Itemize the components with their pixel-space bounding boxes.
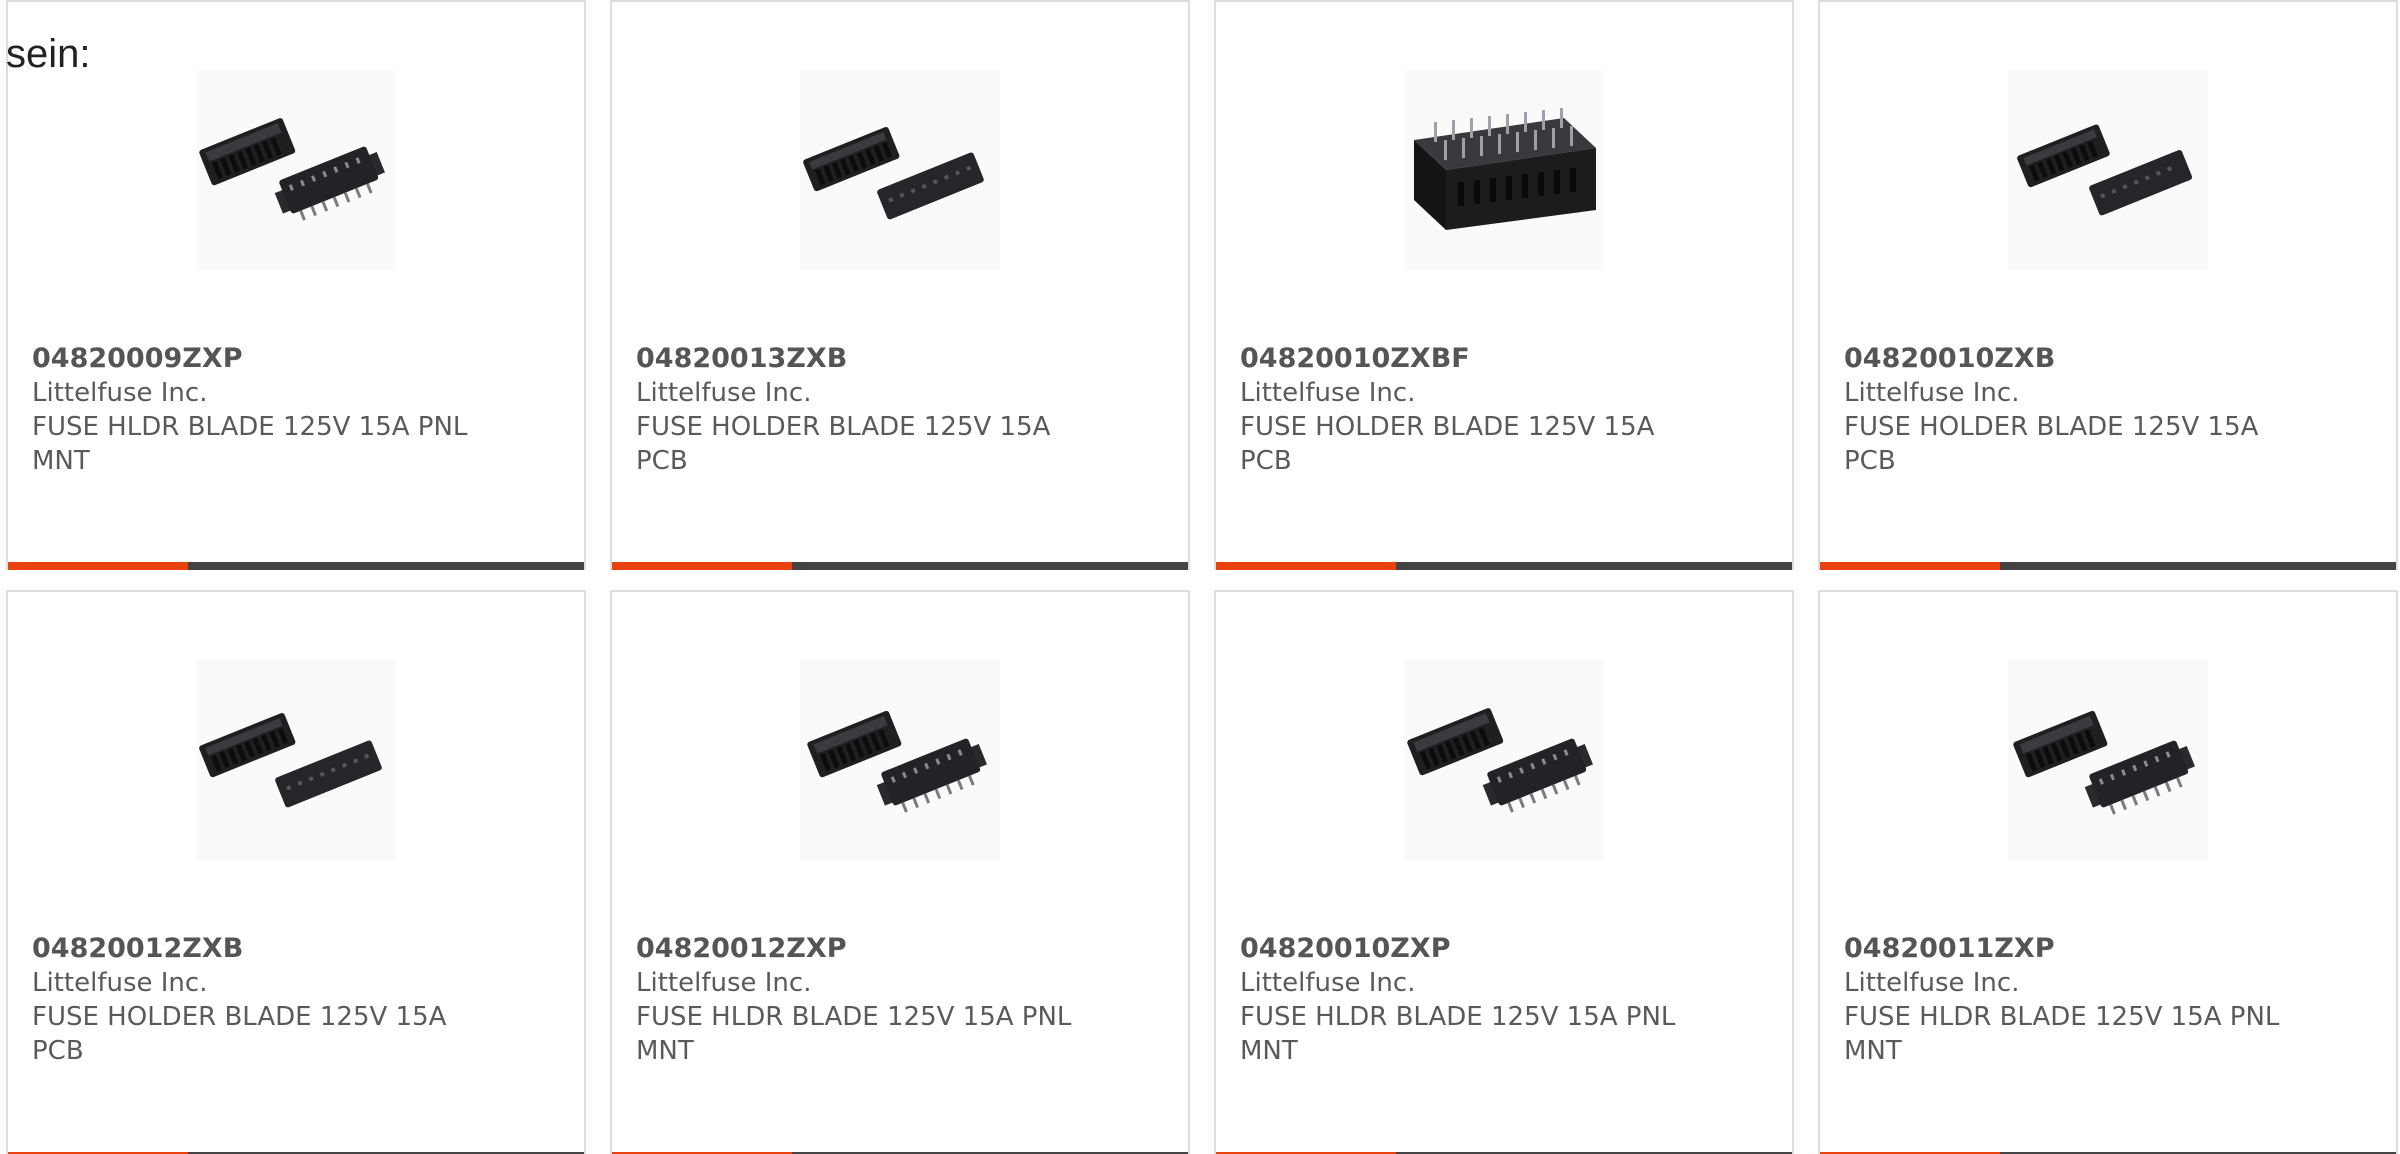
- card-footer-accent: [612, 562, 792, 570]
- fuse-holder-block-icon: [1414, 108, 1596, 230]
- fuse-holder-panel-mount-icon: [2013, 710, 2195, 815]
- card-footer-bar: [8, 562, 584, 570]
- product-info: 04820011ZXP Littelfuse Inc. FUSE HLDR BL…: [1844, 932, 2304, 1068]
- fuse-holder-panel-mount-icon: [1407, 708, 1593, 813]
- part-number[interactable]: 04820012ZXP: [636, 932, 1096, 966]
- description: FUSE HOLDER BLADE 125V 15A PCB: [1844, 412, 2259, 476]
- product-image[interactable]: [800, 70, 1000, 270]
- description: FUSE HLDR BLADE 125V 15A PNL MNT: [636, 1002, 1072, 1066]
- product-info: 04820009ZXP Littelfuse Inc. FUSE HLDR BL…: [32, 342, 492, 478]
- fuse-holder-panel-mount-icon: [199, 118, 385, 221]
- description: FUSE HLDR BLADE 125V 15A PNL MNT: [32, 412, 468, 476]
- product-card[interactable]: 04820011ZXP Littelfuse Inc. FUSE HLDR BL…: [1818, 590, 2398, 1154]
- manufacturer: Littelfuse Inc.: [636, 378, 812, 408]
- product-image[interactable]: [1404, 70, 1604, 270]
- fuse-holder-pcb-icon: [199, 712, 382, 808]
- manufacturer: Littelfuse Inc.: [1844, 378, 2020, 408]
- card-footer-bar: [1216, 562, 1792, 570]
- fuse-holder-pcb-icon: [2017, 124, 2193, 216]
- part-number[interactable]: 04820010ZXBF: [1240, 342, 1700, 376]
- product-grid: 04820009ZXP Littelfuse Inc. FUSE HLDR BL…: [6, 0, 2400, 1154]
- fuse-holder-pcb-icon: [803, 126, 984, 220]
- product-info: 04820012ZXP Littelfuse Inc. FUSE HLDR BL…: [636, 932, 1096, 1068]
- product-card[interactable]: 04820012ZXP Littelfuse Inc. FUSE HLDR BL…: [610, 590, 1190, 1154]
- product-card[interactable]: 04820010ZXP Littelfuse Inc. FUSE HLDR BL…: [1214, 590, 1794, 1154]
- manufacturer: Littelfuse Inc.: [1240, 968, 1416, 998]
- product-info: 04820010ZXP Littelfuse Inc. FUSE HLDR BL…: [1240, 932, 1700, 1068]
- description: FUSE HOLDER BLADE 125V 15A PCB: [636, 412, 1051, 476]
- product-image[interactable]: [196, 70, 396, 270]
- card-footer-accent: [1216, 562, 1396, 570]
- product-card[interactable]: 04820010ZXBF Littelfuse Inc. FUSE HOLDER…: [1214, 0, 1794, 570]
- intro-text: sein:: [6, 32, 91, 76]
- card-footer-bar: [1820, 562, 2396, 570]
- part-number[interactable]: 04820010ZXB: [1844, 342, 2304, 376]
- description: FUSE HLDR BLADE 125V 15A PNL MNT: [1844, 1002, 2280, 1066]
- card-footer-bar: [612, 562, 1188, 570]
- product-image[interactable]: [2008, 70, 2208, 270]
- product-info: 04820010ZXB Littelfuse Inc. FUSE HOLDER …: [1844, 342, 2304, 478]
- product-image[interactable]: [1404, 660, 1604, 860]
- product-info: 04820013ZXB Littelfuse Inc. FUSE HOLDER …: [636, 342, 1096, 478]
- product-card[interactable]: 04820009ZXP Littelfuse Inc. FUSE HLDR BL…: [6, 0, 586, 570]
- card-footer-accent: [1820, 562, 2000, 570]
- manufacturer: Littelfuse Inc.: [1240, 378, 1416, 408]
- description: FUSE HOLDER BLADE 125V 15A PCB: [1240, 412, 1655, 476]
- description: FUSE HLDR BLADE 125V 15A PNL MNT: [1240, 1002, 1676, 1066]
- description: FUSE HOLDER BLADE 125V 15A PCB: [32, 1002, 447, 1066]
- fuse-holder-panel-mount-icon: [807, 710, 987, 813]
- product-image[interactable]: [196, 660, 396, 860]
- manufacturer: Littelfuse Inc.: [636, 968, 812, 998]
- product-card[interactable]: 04820013ZXB Littelfuse Inc. FUSE HOLDER …: [610, 0, 1190, 570]
- manufacturer: Littelfuse Inc.: [32, 378, 208, 408]
- product-image[interactable]: [800, 660, 1000, 860]
- part-number[interactable]: 04820013ZXB: [636, 342, 1096, 376]
- part-number[interactable]: 04820010ZXP: [1240, 932, 1700, 966]
- product-info: 04820010ZXBF Littelfuse Inc. FUSE HOLDER…: [1240, 342, 1700, 478]
- product-card[interactable]: 04820010ZXB Littelfuse Inc. FUSE HOLDER …: [1818, 0, 2398, 570]
- part-number[interactable]: 04820012ZXB: [32, 932, 492, 966]
- card-footer-accent: [8, 562, 188, 570]
- manufacturer: Littelfuse Inc.: [1844, 968, 2020, 998]
- product-card[interactable]: 04820012ZXB Littelfuse Inc. FUSE HOLDER …: [6, 590, 586, 1154]
- product-image[interactable]: [2008, 660, 2208, 860]
- product-info: 04820012ZXB Littelfuse Inc. FUSE HOLDER …: [32, 932, 492, 1068]
- manufacturer: Littelfuse Inc.: [32, 968, 208, 998]
- part-number[interactable]: 04820011ZXP: [1844, 932, 2304, 966]
- part-number[interactable]: 04820009ZXP: [32, 342, 492, 376]
